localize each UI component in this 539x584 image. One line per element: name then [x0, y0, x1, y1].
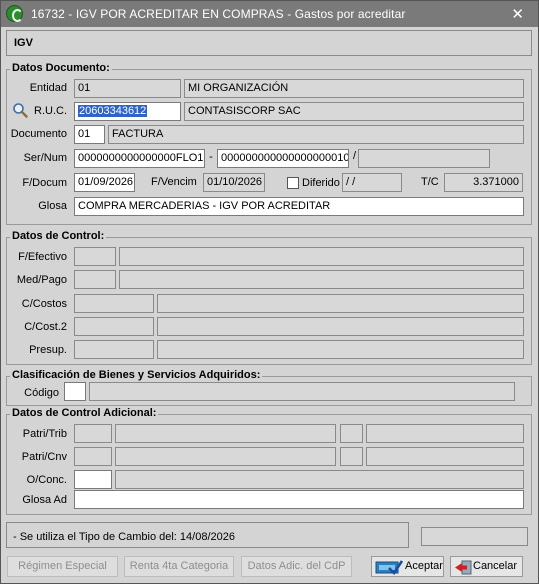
aceptar-label: Aceptar — [405, 560, 443, 572]
magnifier-icon[interactable] — [12, 102, 28, 118]
oconc-input[interactable] — [74, 470, 112, 489]
patricnv-desc-field — [115, 447, 336, 466]
documento-name-field: FACTURA — [108, 125, 524, 144]
ccost2-code-field — [74, 317, 154, 336]
patritrib-code-field — [74, 424, 112, 443]
diferido-label: Diferido — [302, 177, 340, 189]
patricnv-label: Patri/Cnv — [21, 451, 67, 463]
fefectivo-code-field — [74, 247, 116, 266]
fvencim-field: 01/10/2026 — [203, 173, 265, 192]
codigo-input[interactable] — [64, 382, 86, 401]
glosaad-input[interactable] — [74, 490, 524, 509]
ccostos-label: C/Costos — [21, 298, 67, 310]
header-label: IGV — [14, 37, 33, 49]
tc-label: T/C — [421, 176, 439, 188]
presup-code-field — [74, 340, 154, 359]
ruc-label: R.U.C. — [34, 105, 67, 117]
presup-desc-field — [157, 340, 524, 359]
ruc-value: 20603343612 — [78, 105, 148, 117]
glosa-input[interactable]: COMPRA MERCADERIAS - IGV POR ACREDITAR — [74, 197, 524, 216]
patritrib-desc-field — [115, 424, 336, 443]
control-adicional-title: Datos de Control Adicional: — [10, 407, 159, 419]
presup-label: Presup. — [29, 344, 67, 356]
datos-adic-cdp-button[interactable]: Datos Adic. del CdP — [241, 556, 352, 577]
patritrib-label: Patri/Trib — [22, 428, 67, 440]
datos-control-title: Datos de Control: — [10, 230, 107, 242]
clasificacion-title: Clasificación de Bienes y Servicios Adqu… — [10, 369, 263, 381]
diferido-checkbox[interactable] — [287, 177, 299, 189]
sernum-slash: / — [352, 150, 357, 162]
diferido-date-field: / / — [342, 173, 402, 192]
numero-input[interactable]: 0000000000000000000100 — [217, 149, 349, 168]
glosa-label: Glosa — [38, 200, 67, 212]
medpago-label: Med/Pago — [16, 274, 67, 286]
datos-documento-title: Datos Documento: — [10, 62, 112, 74]
sernum-label: Ser/Num — [23, 152, 67, 164]
cancelar-label: Cancelar — [473, 560, 518, 572]
tc-field: 3.371000 — [444, 173, 523, 192]
fdocum-label: F/Docum — [22, 177, 67, 189]
documento-label: Documento — [10, 128, 67, 140]
sernum-extra-field — [358, 149, 490, 168]
oconc-label: O/Conc. — [26, 474, 67, 486]
renta-4ta-button[interactable]: Renta 4ta Categoria — [124, 556, 234, 577]
ccostos-code-field — [74, 294, 154, 313]
title-bar[interactable]: 16732 - IGV POR ACREDITAR EN COMPRAS - G… — [1, 1, 538, 27]
ruc-name-field: CONTASISCORP SAC — [184, 102, 524, 121]
app-logo-icon — [6, 5, 23, 22]
oconc-desc-field — [115, 470, 524, 489]
fdocum-input[interactable]: 01/09/2026 — [74, 173, 135, 192]
codigo-desc-field — [89, 382, 515, 401]
regimen-especial-button[interactable]: Régimen Especial — [7, 556, 118, 577]
window-title: 16732 - IGV POR ACREDITAR EN COMPRAS - G… — [31, 7, 406, 21]
ccostos-desc-field — [157, 294, 524, 313]
patritrib-desc2-field — [366, 424, 524, 443]
entidad-name-field: MI ORGANIZACIÓN — [184, 79, 524, 98]
accept-icon — [375, 560, 403, 575]
status-message: - Se utiliza el Tipo de Cambio del: 14/0… — [13, 531, 235, 543]
documento-code-input[interactable]: 01 — [74, 125, 105, 144]
patricnv-code2-field — [340, 447, 363, 466]
fvencim-label: F/Vencim — [151, 176, 197, 188]
ruc-input[interactable]: 20603343612 — [74, 102, 181, 121]
sernum-dash: - — [209, 151, 213, 163]
ccost2-label: C/Cost.2 — [24, 321, 67, 333]
patritrib-code2-field — [340, 424, 363, 443]
fefectivo-desc-field — [119, 247, 524, 266]
cancelar-button[interactable]: Cancelar — [450, 556, 523, 577]
entidad-label: Entidad — [29, 82, 67, 94]
codigo-label: Código — [24, 387, 59, 399]
medpago-desc-field — [119, 270, 524, 289]
entidad-code-field: 01 — [74, 79, 181, 98]
status-panel: - Se utiliza el Tipo de Cambio del: 14/0… — [6, 522, 409, 548]
ccost2-desc-field — [157, 317, 524, 336]
fefectivo-label: F/Efectivo — [18, 251, 67, 263]
status-extra-field — [421, 527, 528, 546]
patricnv-desc2-field — [366, 447, 524, 466]
medpago-code-field — [74, 270, 116, 289]
header-panel: IGV — [6, 30, 532, 56]
aceptar-button[interactable]: Aceptar — [371, 556, 444, 577]
dialog-window: 16732 - IGV POR ACREDITAR EN COMPRAS - G… — [0, 0, 539, 584]
cancel-icon — [455, 560, 472, 575]
glosaad-label: Glosa Ad — [22, 494, 67, 506]
close-icon[interactable]: ✕ — [511, 5, 524, 23]
patricnv-code-field — [74, 447, 112, 466]
serie-input[interactable]: 0000000000000000FLO1 — [74, 149, 205, 168]
